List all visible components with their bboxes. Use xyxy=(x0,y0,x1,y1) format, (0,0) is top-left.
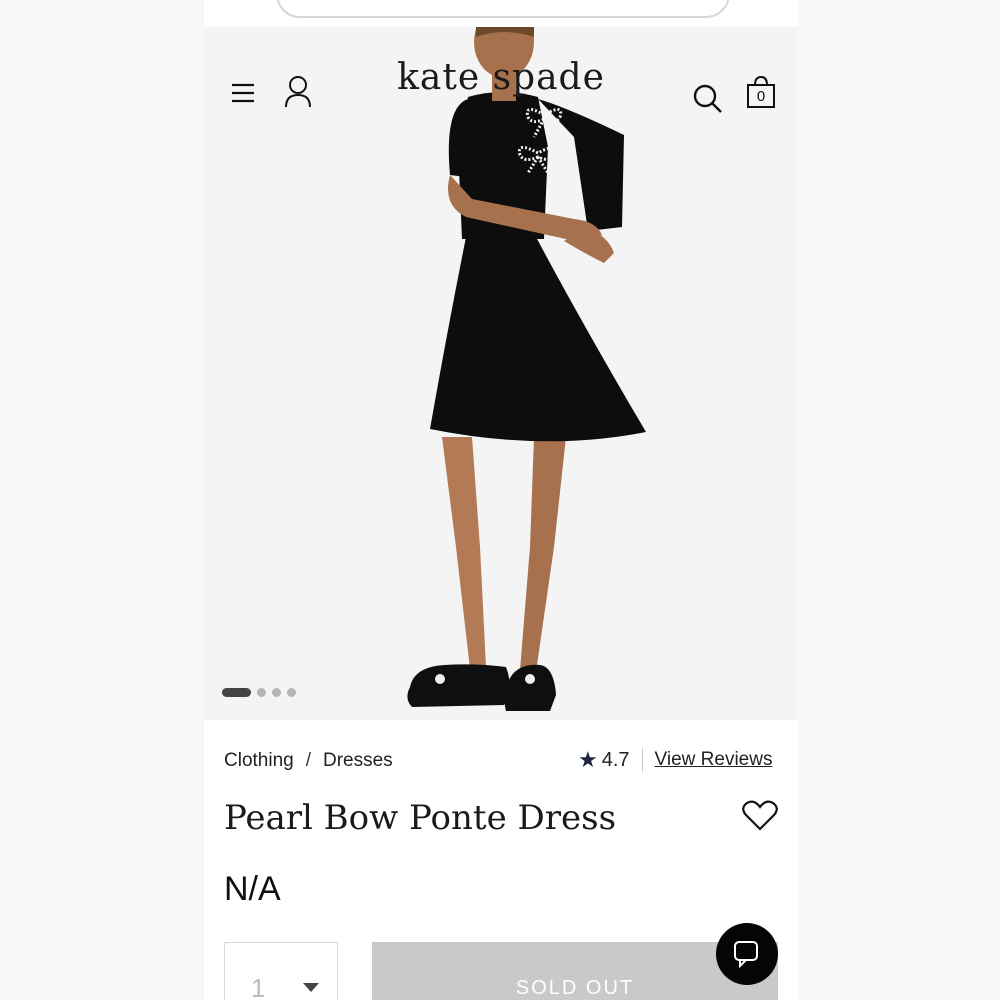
breadcrumb-item-dresses[interactable]: Dresses xyxy=(323,750,393,772)
product-price: N/A xyxy=(224,870,281,908)
product-info: Clothing / Dresses ★ 4.7 View Reviews Pe… xyxy=(204,720,798,1000)
product-image-carousel[interactable]: kate spade 0 xyxy=(204,27,798,720)
view-reviews-link[interactable]: View Reviews xyxy=(655,749,773,771)
chat-button[interactable] xyxy=(716,923,778,985)
left-background xyxy=(0,0,204,1000)
carousel-dot-3[interactable] xyxy=(272,688,281,697)
product-title: Pearl Bow Ponte Dress xyxy=(224,798,617,838)
carousel-dot-1[interactable] xyxy=(222,688,251,697)
breadcrumb-separator: / xyxy=(305,750,311,771)
account-icon[interactable] xyxy=(284,75,312,109)
carousel-indicators xyxy=(222,688,296,697)
breadcrumb-item-clothing[interactable]: Clothing xyxy=(224,750,294,772)
shopping-bag-icon[interactable]: 0 xyxy=(746,75,776,109)
star-icon: ★ xyxy=(578,747,598,772)
heart-icon[interactable] xyxy=(742,800,778,832)
carousel-dot-2[interactable] xyxy=(257,688,266,697)
product-page: kate spade 0 Clothing / Dresses ★ 4.7 Vi… xyxy=(204,0,798,1000)
breadcrumb: Clothing / Dresses xyxy=(224,750,393,772)
rating-divider xyxy=(641,748,643,772)
right-background xyxy=(798,0,1000,1000)
carousel-dot-4[interactable] xyxy=(287,688,296,697)
chat-icon xyxy=(734,941,758,969)
cart-count: 0 xyxy=(756,88,766,105)
product-photo xyxy=(407,27,646,711)
search-icon[interactable] xyxy=(692,83,724,115)
quantity-select[interactable]: 1 xyxy=(224,942,338,1000)
quantity-value: 1 xyxy=(251,973,266,1000)
menu-icon[interactable] xyxy=(230,81,256,105)
product-rating: ★ 4.7 View Reviews xyxy=(578,747,772,773)
search-bar[interactable] xyxy=(276,0,730,18)
chevron-down-icon xyxy=(303,983,319,992)
rating-value: 4.7 xyxy=(601,748,630,771)
